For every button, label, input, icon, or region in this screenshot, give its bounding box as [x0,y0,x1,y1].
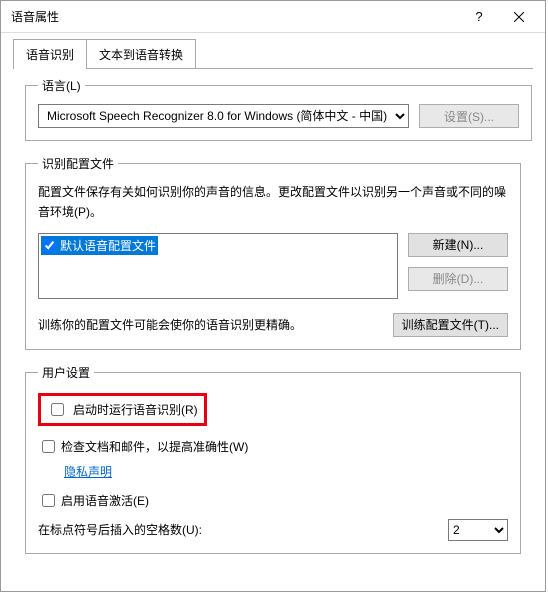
enable-activation-label: 启用语音激活(E) [61,492,149,509]
train-profile-button[interactable]: 训练配置文件(T)... [393,313,508,337]
train-description: 训练你的配置文件可能会使你的语音识别更精确。 [38,316,383,333]
delete-profile-button[interactable]: 删除(D)... [408,267,508,291]
dialog-window: 语音属性 ? 语音识别 文本到语音转换 语言(L) Microsoft Spee… [0,0,546,592]
tab-speech-recognition[interactable]: 语音识别 [13,39,87,69]
tab-divider [13,68,533,69]
window-title: 语音属性 [11,8,459,25]
tab-content: 语言(L) Microsoft Speech Recognizer 8.0 fo… [1,69,545,591]
run-on-start-checkbox[interactable] [51,403,64,416]
highlight-run-on-start: 启动时运行语音识别(R) [38,393,207,426]
review-docs-checkbox[interactable] [42,440,55,453]
titlebar: 语音属性 ? [1,1,545,33]
group-user-settings-legend: 用户设置 [38,364,94,381]
tab-text-to-speech[interactable]: 文本到语音转换 [87,39,196,69]
spaces-select[interactable]: 2 [448,519,508,541]
profile-item-label: 默认语音配置文件 [60,237,156,254]
profile-item-default[interactable]: 默认语音配置文件 [41,236,158,255]
group-profiles: 识别配置文件 配置文件保存有关如何识别你的声音的信息。更改配置文件以识别另一个声… [25,155,521,350]
help-button[interactable]: ? [459,3,499,31]
new-profile-button[interactable]: 新建(N)... [408,233,508,257]
enable-activation-checkbox[interactable] [42,494,55,507]
run-on-start-label: 启动时运行语音识别(R) [73,401,198,418]
group-profiles-legend: 识别配置文件 [38,155,118,172]
close-icon [514,12,524,22]
language-settings-button[interactable]: 设置(S)... [419,104,519,128]
profiles-description: 配置文件保存有关如何识别你的声音的信息。更改配置文件以识别另一个声音或不同的噪音… [38,182,508,223]
review-docs-label: 检查文档和邮件，以提高准确性(W) [61,438,248,455]
group-language: 语言(L) Microsoft Speech Recognizer 8.0 fo… [25,77,532,141]
privacy-link[interactable]: 隐私声明 [64,463,112,480]
group-language-legend: 语言(L) [38,77,85,94]
close-button[interactable] [499,3,539,31]
group-user-settings: 用户设置 启动时运行语音识别(R) 检查文档和邮件，以提高准确性(W) 隐私声明… [25,364,521,554]
profiles-listbox[interactable]: 默认语音配置文件 [38,233,398,299]
spaces-label: 在标点符号后插入的空格数(U): [38,521,438,538]
tabstrip: 语音识别 文本到语音转换 [1,33,545,69]
language-select[interactable]: Microsoft Speech Recognizer 8.0 for Wind… [38,104,409,128]
profile-item-checkbox[interactable] [43,239,56,252]
